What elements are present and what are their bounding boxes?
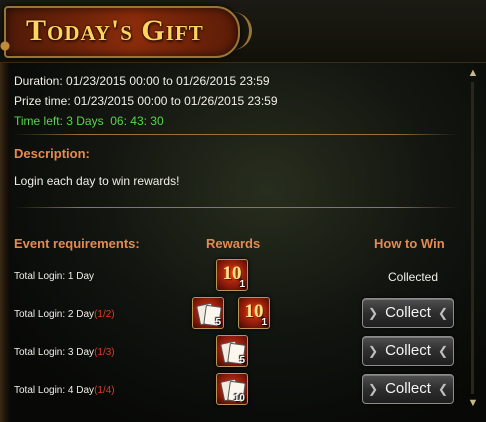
progress-text: (1/3) — [94, 347, 115, 358]
card-pack-icon[interactable]: 10 — [216, 373, 248, 405]
col-requirements-heading: Event requirements: — [14, 236, 140, 251]
collect-button-label: Collect — [385, 342, 431, 359]
time-left-clock: 06: 43: 30 — [110, 114, 164, 128]
ornament-icon — [0, 26, 10, 66]
time-left-label: Time left: 3 Days — [14, 114, 104, 128]
scroll-track[interactable] — [471, 82, 474, 394]
progress-text: (1/4) — [94, 385, 115, 396]
requirement-label: Total Login: 1 Day — [14, 271, 94, 282]
requirement-label: Total Login: 3 Day(1/3) — [14, 347, 115, 358]
duration-text: Duration: 01/23/2015 00:00 to 01/26/2015… — [14, 74, 270, 88]
description-heading: Description: — [14, 146, 90, 161]
divider — [14, 134, 458, 135]
fire-10-token-icon[interactable]: 10 1 — [216, 259, 248, 291]
card-glyph — [220, 340, 240, 364]
reward-quantity: 10 — [233, 393, 245, 404]
chevron-left-icon: ❯ — [368, 344, 379, 358]
reward-quantity: 1 — [239, 279, 245, 290]
requirement-text: Total Login: 3 Day — [14, 347, 95, 358]
card-glyph — [196, 302, 216, 326]
card-pack-icon[interactable]: 5 — [192, 297, 224, 329]
collect-button-label: Collect — [385, 380, 431, 397]
reward-quantity: 5 — [239, 355, 245, 366]
requirement-text: Total Login: 2 Day — [14, 309, 95, 320]
description-text: Login each day to win rewards! — [14, 174, 180, 188]
chevron-right-icon: ❮ — [437, 306, 448, 320]
collect-button[interactable]: ❯ Collect ❮ — [362, 374, 454, 404]
scrollbar[interactable]: ▲ ▼ — [466, 66, 480, 410]
page-title: Today's Gift — [26, 14, 204, 47]
chevron-left-icon: ❯ — [368, 382, 379, 396]
requirement-label: Total Login: 4 Day(1/4) — [14, 385, 115, 396]
collect-button[interactable]: ❯ Collect ❮ — [362, 336, 454, 366]
collect-button[interactable]: ❯ Collect ❮ — [362, 298, 454, 328]
collect-button-label: Collect — [385, 304, 431, 321]
divider — [14, 207, 458, 208]
reward-quantity: 5 — [215, 317, 221, 328]
requirement-label: Total Login: 2 Day(1/2) — [14, 309, 115, 320]
chevron-left-icon: ❯ — [368, 306, 379, 320]
prize-time-text: Prize time: 01/23/2015 00:00 to 01/26/20… — [14, 94, 278, 108]
requirement-text: Total Login: 4 Day — [14, 385, 95, 396]
col-rewards-heading: Rewards — [206, 236, 261, 251]
scroll-down-arrow-icon[interactable]: ▼ — [466, 396, 480, 410]
scroll-up-arrow-icon[interactable]: ▲ — [466, 66, 480, 80]
progress-text: (1/2) — [94, 309, 115, 320]
header-bar: Today's Gift — [0, 0, 486, 66]
chevron-right-icon: ❮ — [437, 382, 448, 396]
time-left: Time left: 3 Days 06: 43: 30 — [14, 114, 164, 128]
card-pack-icon[interactable]: 5 — [216, 335, 248, 367]
collected-status: Collected — [388, 270, 439, 284]
requirement-text: Total Login: 1 Day — [14, 271, 95, 282]
reward-quantity: 1 — [261, 317, 267, 328]
col-how-to-win-heading: How to Win — [374, 236, 445, 251]
chevron-right-icon: ❮ — [437, 344, 448, 358]
fire-10-token-icon[interactable]: 10 1 — [238, 297, 270, 329]
